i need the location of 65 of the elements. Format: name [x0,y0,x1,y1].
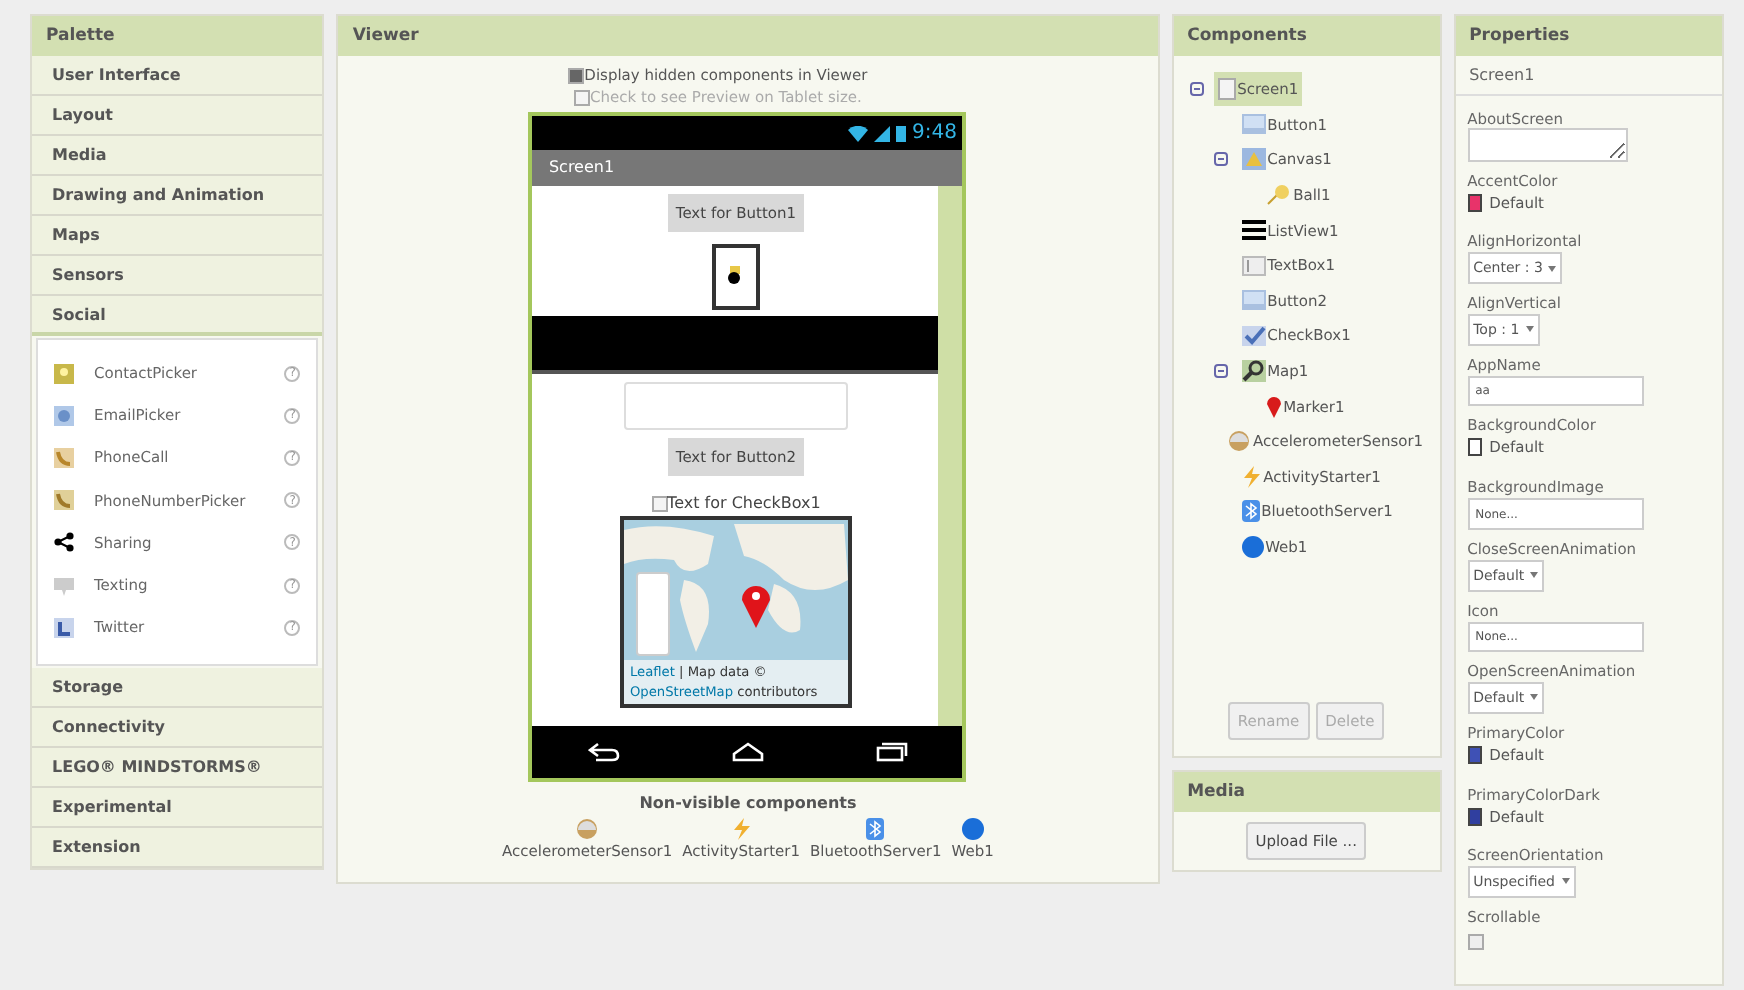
category-header[interactable]: Extension [32,828,323,869]
collapse-icon[interactable] [1190,82,1205,97]
collapse-icon[interactable] [1214,152,1229,167]
checkbox[interactable] [568,67,585,83]
phone-icon [54,490,74,511]
wifi-icon [848,125,868,141]
panel-header: Palette [32,16,323,56]
globe-icon [1241,536,1264,559]
category-header[interactable]: LEGO® MINDSTORMS® [32,748,323,789]
checkbox[interactable] [651,495,668,511]
button-icon [1241,114,1266,135]
recent-apps-icon[interactable] [875,742,908,762]
email-icon [54,405,74,426]
checkbox-option[interactable]: Text for CheckBox1 [651,494,821,512]
screen-icon [1217,78,1236,101]
bluetooth-icon [866,818,885,840]
gauge-icon [576,818,599,840]
caret-icon [1530,572,1539,578]
phone-icon [54,447,74,468]
category-header[interactable]: Layout [32,96,323,136]
collapse-icon[interactable] [1214,364,1229,379]
button-icon [1241,290,1266,311]
clock-text: 9:48 [912,122,957,144]
caret-icon [1530,694,1539,701]
panel-header: Viewer [338,16,1158,56]
checkbox[interactable] [1467,933,1484,950]
category-header[interactable]: Drawing and Animation [32,176,323,216]
canvas-drawing [711,244,760,310]
panel-header: Properties [1455,16,1722,56]
battery-icon [896,124,906,142]
checkbox-icon [1241,325,1266,346]
canvas-icon [1241,148,1266,171]
caret-icon [1525,326,1534,333]
caret-icon [1548,265,1557,272]
message-icon [54,575,74,596]
component-name: Screen1 [1455,56,1722,96]
lightning-icon [1241,465,1262,488]
section-title: Non-visible components [639,794,857,812]
category-header[interactable]: Maps [32,216,323,256]
home-icon[interactable] [731,742,764,762]
marker-icon [1265,395,1282,418]
caret-icon [1561,878,1569,885]
category-header[interactable]: Connectivity [32,708,323,749]
list-icon [1241,220,1266,241]
lightning-icon [731,818,752,840]
panel-header: Components [1173,16,1440,56]
textbox-icon [1241,255,1266,276]
bluetooth-icon [1241,500,1260,523]
category-header[interactable]: Social [32,296,323,336]
screen-title: Screen1 [532,150,963,186]
category-header[interactable]: Experimental [32,788,323,829]
globe-icon [961,818,984,840]
checkbox[interactable] [574,89,591,105]
ball-icon [1265,184,1292,207]
category-header[interactable]: Storage [32,668,323,709]
category-header[interactable]: Media [32,136,323,176]
map-icon [1241,360,1266,383]
gauge-icon [1228,430,1251,453]
category-header[interactable]: Sensors [32,256,323,296]
back-icon[interactable] [588,742,621,762]
category-header[interactable]: User Interface [32,56,323,96]
panel-header: Media [1173,772,1440,812]
signal-icon [874,125,890,141]
map-marker-icon [739,580,772,628]
share-icon [54,532,74,553]
